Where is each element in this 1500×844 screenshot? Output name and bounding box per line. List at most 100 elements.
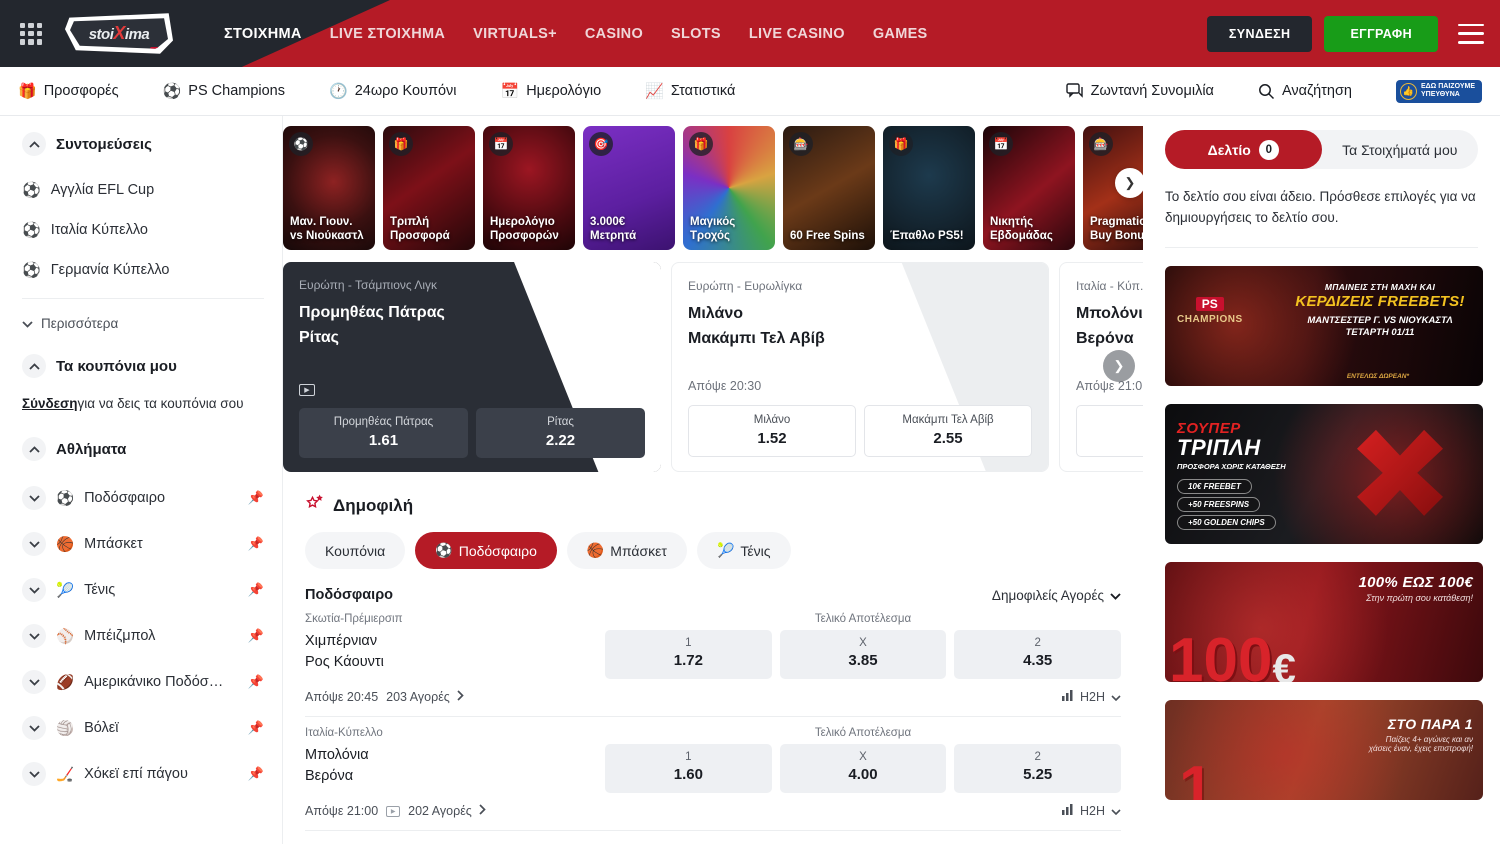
live-stream-icon[interactable]: ▶ xyxy=(386,806,400,817)
pin-icon[interactable]: 📌 xyxy=(248,536,264,552)
featured-odd-button[interactable]: Μιλάνο 1.52 xyxy=(688,405,856,457)
match-odd-button-2[interactable]: 2 5.25 xyxy=(954,744,1121,793)
pill-tennis[interactable]: 🎾 Τένις xyxy=(697,532,791,569)
subnav-item-ps-champions[interactable]: ⚽ PS Champions xyxy=(163,83,285,99)
nav-item-stoixima[interactable]: ΣΤΟΙΧΗΜΑ xyxy=(224,26,302,42)
popular-title: Δημοφιλή xyxy=(333,496,413,516)
sidebar-more-button[interactable]: Περισσότερα xyxy=(22,307,264,340)
match-odd-button-x[interactable]: X 3.85 xyxy=(780,630,947,679)
pin-icon[interactable]: 📌 xyxy=(248,582,264,598)
promo-tile[interactable]: ⚽ Μαν. Γιουν. vs Νιούκαστλ xyxy=(283,126,375,250)
sidebar-item-italy-cup[interactable]: ⚽ Ιταλία Κύπελλο xyxy=(22,210,264,250)
promo-banner[interactable]: PS CHAMPIONS ΜΠΑΙΝΕΙΣ ΣΤΗ ΜΑΧΗ ΚΑΙ ΚΕΡΔΙ… xyxy=(1165,266,1483,386)
match-h2h-button[interactable]: H2H xyxy=(1062,690,1121,704)
sidebar-sport-ice-hockey[interactable]: 🏒 Χόκεϊ επί πάγου 📌 xyxy=(22,751,264,797)
nav-item-casino[interactable]: CASINO xyxy=(585,26,643,42)
tab-mybets[interactable]: Τα Στοιχήματά μου xyxy=(1322,130,1479,169)
pill-coupons[interactable]: Κουπόνια xyxy=(305,532,405,569)
stoiximan-logo[interactable]: pame stoiXima .gr xyxy=(64,10,174,58)
chevron-down-icon xyxy=(1111,690,1121,704)
match-odd-button-1[interactable]: 1 1.60 xyxy=(605,744,772,793)
promo-banner[interactable]: ΣΤΟ ΠΑΡΑ 1 Παίζεις 4+ αγώνες και αν χάσε… xyxy=(1165,700,1483,800)
match-markets-link[interactable]: 202 Αγορές xyxy=(408,804,486,818)
promo-banner[interactable]: ΣΟΥΠΕΡ ΤΡΙΠΛΗ ΠΡΟΣΦΟΡΑ ΧΩΡΙΣ ΚΑΤΑΘΕΣΗ 10… xyxy=(1165,404,1483,544)
featured-odd-button[interactable]: Προμηθέας Πάτρας 1.61 xyxy=(299,408,468,458)
nav-item-slots[interactable]: SLOTS xyxy=(671,26,721,42)
target-icon: 🎯 xyxy=(589,132,613,156)
sidebar-section-sports[interactable]: Αθλήματα xyxy=(22,437,264,461)
promo-tile[interactable]: 🎁 Μαγικός Τροχός xyxy=(683,126,775,250)
tab-betslip[interactable]: Δελτίο 0 xyxy=(1165,130,1322,169)
featured-carousel-next-button[interactable]: ❯ xyxy=(1103,350,1135,382)
match-odd-button-1[interactable]: 1 1.72 xyxy=(605,630,772,679)
chevron-down-icon[interactable] xyxy=(22,716,46,740)
match-h2h-button[interactable]: H2H xyxy=(1062,804,1121,818)
promo-tile[interactable]: 📅 Νικητής Εβδομάδας xyxy=(983,126,1075,250)
match-team-home[interactable]: Μπολόνια xyxy=(305,745,605,766)
match-odd-button-2[interactable]: 2 4.35 xyxy=(954,630,1121,679)
match-markets-link[interactable]: 203 Αγορές xyxy=(386,690,464,704)
promo-tile[interactable]: 🎁 Έπαθλο PS5! xyxy=(883,126,975,250)
match-team-away[interactable]: Ρος Κάουντι xyxy=(305,652,605,673)
nav-item-live-stoixima[interactable]: LIVE ΣΤΟΙΧΗΜΑ xyxy=(330,26,445,42)
featured-team-row: Ρίτας 58 xyxy=(299,329,645,347)
chevron-down-icon[interactable] xyxy=(22,670,46,694)
pin-icon[interactable]: 📌 xyxy=(248,674,264,690)
featured-odd-button[interactable]: Ρίτας 2.22 xyxy=(476,408,645,458)
register-button[interactable]: ΕΓΓΡΑΦΗ xyxy=(1324,16,1438,52)
match-team-home[interactable]: Χιμπέρνιαν xyxy=(305,631,605,652)
featured-match-card[interactable]: Ευρώπη - Ευρωλίγκα Μιλάνο Μακάμπι Τελ Αβ… xyxy=(671,262,1049,472)
popular-markets-dropdown[interactable]: Δημοφιλείς Αγορές xyxy=(992,588,1121,603)
subnav-label-ps-champions: PS Champions xyxy=(188,83,285,99)
subnav-item-calendar[interactable]: 📅 Ημερολόγιο xyxy=(501,83,602,99)
pill-basketball[interactable]: 🏀 Μπάσκετ xyxy=(567,532,687,569)
promo-tile[interactable]: 📅 Ημερολόγιο Προσφορών xyxy=(483,126,575,250)
promo-tile[interactable]: 🎁 Τριπλή Προσφορά xyxy=(383,126,475,250)
coupons-login-link[interactable]: Σύνδεση xyxy=(22,396,78,411)
sidebar-sport-baseball[interactable]: ⚾ Μπέιζμπολ 📌 xyxy=(22,613,264,659)
sidebar-sport-basketball[interactable]: 🏀 Μπάσκετ 📌 xyxy=(22,521,264,567)
subnav-item-24h-coupon[interactable]: 🕐 24ωρο Κουπόνι xyxy=(329,83,457,99)
featured-odd-button[interactable]: 1 1.6 xyxy=(1076,405,1143,457)
featured-match-card[interactable]: Ευρώπη - Τσάμπιονς Λιγκ Προμηθέας Πάτρας… xyxy=(283,262,661,472)
sidebar-item-efl-cup[interactable]: ⚽ Αγγλία EFL Cup xyxy=(22,170,264,210)
pin-icon[interactable]: 📌 xyxy=(248,490,264,506)
match-odd-button-x[interactable]: X 4.00 xyxy=(780,744,947,793)
live-chat-button[interactable]: Ζωντανή Συνομιλία xyxy=(1066,83,1214,99)
promo-tile[interactable]: 🎯 3.000€ Μετρητά xyxy=(583,126,675,250)
sidebar-sport-american-football[interactable]: 🏈 Αμερικάνικο Ποδόσ… 📌 xyxy=(22,659,264,705)
promo-banner[interactable]: 100% ΕΩΣ 100€ Στην πρώτη σου κατάθεση! 1… xyxy=(1165,562,1483,682)
chevron-down-icon[interactable] xyxy=(22,486,46,510)
responsible-gaming-badge[interactable]: 👍 ΕΔΩ ΠΑΙΖΟΥΜΕ ΥΠΕΥΘΥΝΑ xyxy=(1396,80,1482,103)
pin-icon[interactable]: 📌 xyxy=(248,720,264,736)
search-button[interactable]: Αναζήτηση xyxy=(1258,83,1352,100)
sidebar-section-my-coupons[interactable]: Τα κουπόνια μου xyxy=(22,354,264,378)
apps-grid-icon[interactable] xyxy=(18,21,44,47)
chevron-down-icon[interactable] xyxy=(22,578,46,602)
popular-filter-pills: Κουπόνια ⚽ Ποδόσφαιρο 🏀 Μπάσκετ 🎾 Τένις xyxy=(305,532,1121,569)
pill-football[interactable]: ⚽ Ποδόσφαιρο xyxy=(415,532,557,569)
match-team-away[interactable]: Βερόνα xyxy=(305,766,605,787)
subnav-item-statistics[interactable]: 📈 Στατιστικά xyxy=(645,83,735,99)
hamburger-menu-icon[interactable] xyxy=(1458,24,1484,44)
nav-item-games[interactable]: GAMES xyxy=(873,26,928,42)
sidebar-item-germany-cup[interactable]: ⚽ Γερμανία Κύπελλο xyxy=(22,250,264,290)
pin-icon[interactable]: 📌 xyxy=(248,766,264,782)
login-button[interactable]: ΣΥΝΔΕΣΗ xyxy=(1207,16,1313,52)
promo-carousel-next-button[interactable]: ❯ xyxy=(1115,168,1143,198)
featured-odd-button[interactable]: Μακάμπι Τελ Αβίβ 2.55 xyxy=(864,405,1032,457)
chevron-down-icon[interactable] xyxy=(22,532,46,556)
nav-item-live-casino[interactable]: LIVE CASINO xyxy=(749,26,845,42)
chevron-down-icon[interactable] xyxy=(22,762,46,786)
chevron-down-icon[interactable] xyxy=(22,624,46,648)
gift-icon: 🎁 xyxy=(389,132,413,156)
live-stream-icon[interactable]: ▶ xyxy=(299,384,315,396)
nav-item-virtuals[interactable]: VIRTUALS+ xyxy=(473,26,557,42)
promo-tile[interactable]: 🎰 60 Free Spins xyxy=(783,126,875,250)
sidebar-sport-volleyball[interactable]: 🏐 Βόλεϊ 📌 xyxy=(22,705,264,751)
sidebar-section-shortcuts[interactable]: Συντομεύσεις xyxy=(22,132,264,156)
subnav-item-offers[interactable]: 🎁 Προσφορές xyxy=(18,83,119,99)
sidebar-sport-football[interactable]: ⚽ Ποδόσφαιρο 📌 xyxy=(22,475,264,521)
sidebar-sport-tennis[interactable]: 🎾 Τένις 📌 xyxy=(22,567,264,613)
pin-icon[interactable]: 📌 xyxy=(248,628,264,644)
